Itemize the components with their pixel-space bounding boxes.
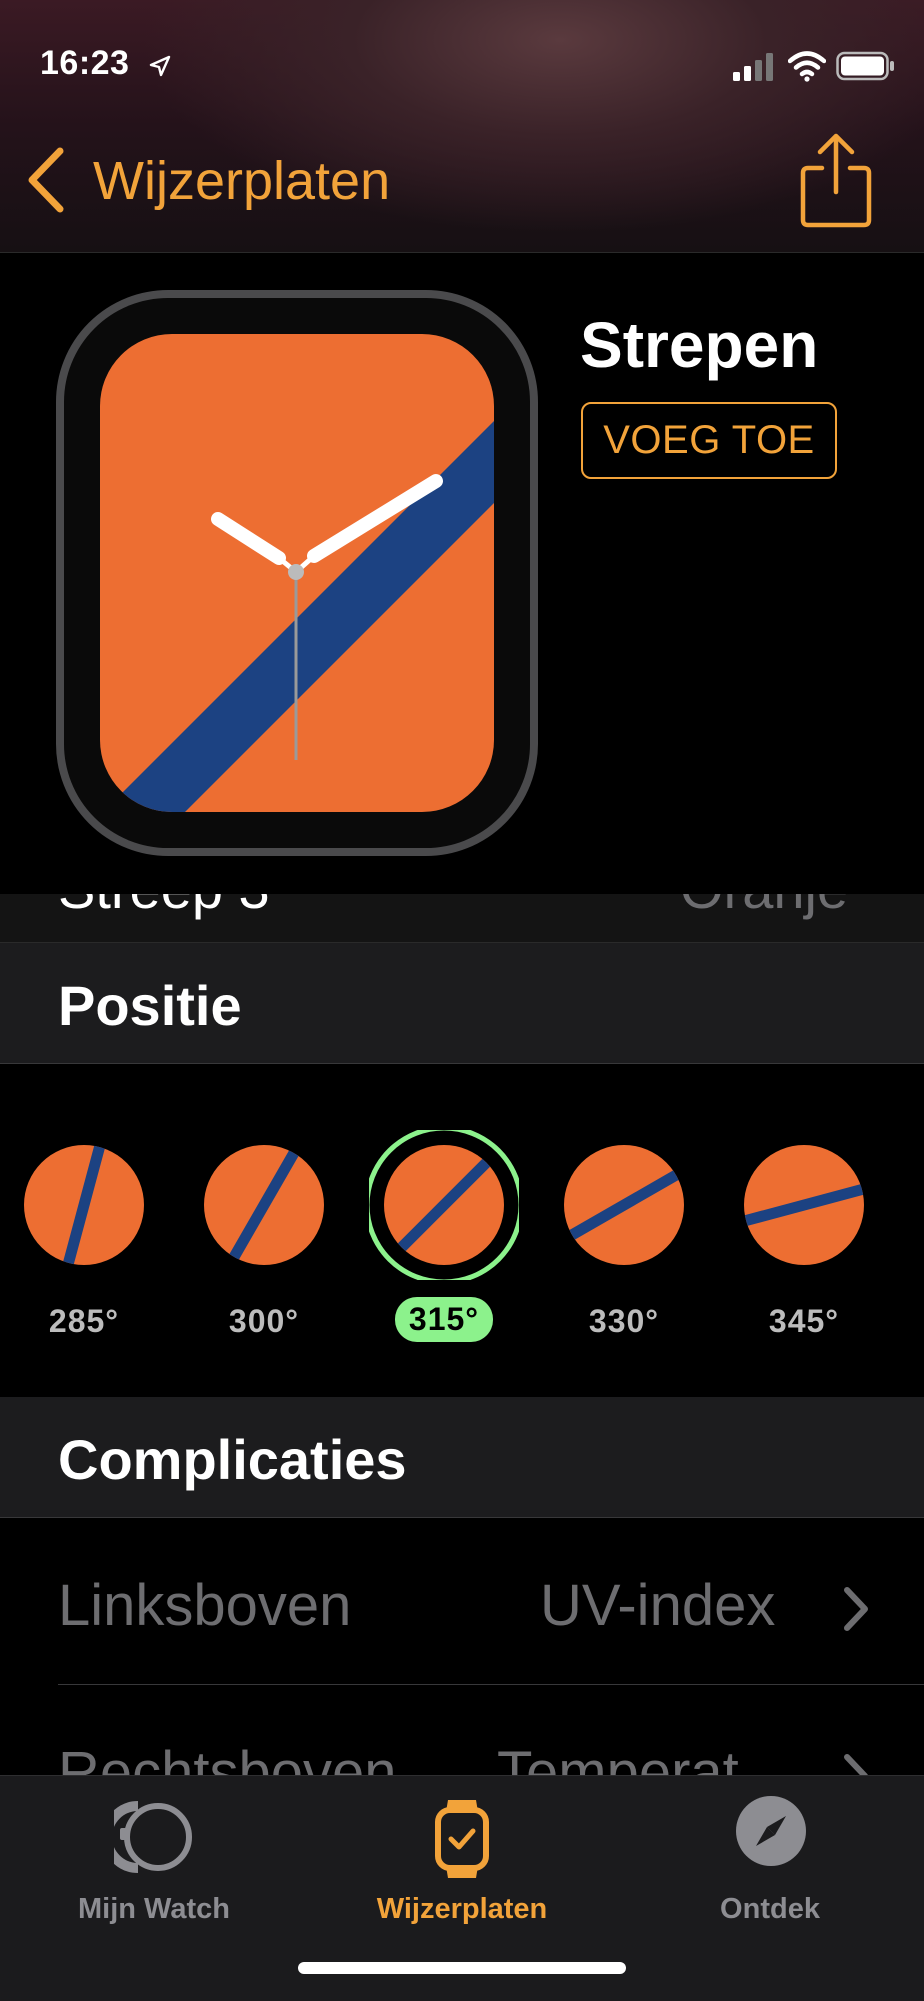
position-option-315-selected[interactable]: 315° bbox=[364, 1125, 524, 1342]
position-label: 300° bbox=[228, 1303, 300, 1339]
position-option-345[interactable]: 345° bbox=[729, 1130, 879, 1340]
position-label: 330° bbox=[588, 1303, 660, 1339]
share-icon[interactable] bbox=[796, 132, 876, 230]
position-option-330[interactable]: 330° bbox=[549, 1130, 699, 1340]
tab-label: Wijzerplaten bbox=[376, 1893, 548, 1925]
add-face-button[interactable]: VOEG TOE bbox=[581, 402, 837, 479]
tab-label: Ontdek bbox=[720, 1893, 820, 1925]
navigation-bar: 16:23 Wijzerplaten bbox=[0, 0, 924, 253]
signal-icon bbox=[733, 53, 773, 81]
stripe-swatch-345 bbox=[744, 1145, 864, 1265]
complications-section-title: Complicaties bbox=[58, 1428, 407, 1491]
position-section-title: Positie bbox=[58, 974, 242, 1037]
wifi-icon bbox=[788, 51, 826, 82]
face-title: Strepen bbox=[580, 309, 819, 381]
complication-slot-label: Rechtsboven bbox=[58, 1740, 397, 1775]
stripe-color-value: Oranje bbox=[680, 894, 848, 921]
stripe-swatch-330 bbox=[564, 1145, 684, 1265]
status-time: 16:23 bbox=[40, 44, 130, 82]
complication-row-top-left[interactable]: Linksboven UV-index bbox=[0, 1518, 924, 1684]
tab-label: Mijn Watch bbox=[78, 1893, 230, 1925]
position-option-285[interactable]: 285° bbox=[9, 1130, 159, 1340]
stripe-swatch-300 bbox=[204, 1145, 324, 1265]
complication-value: Temperat... bbox=[497, 1740, 788, 1775]
position-picker: 285° 300° 315° 330° 345° bbox=[0, 1064, 924, 1396]
stripe-color-label: Streep 3 bbox=[58, 894, 270, 921]
position-label: 285° bbox=[48, 1303, 120, 1339]
position-label-selected: 315° bbox=[394, 1297, 494, 1342]
chevron-right-icon bbox=[844, 1587, 868, 1631]
chevron-right-icon bbox=[844, 1754, 868, 1775]
stripe-color-row[interactable]: Streep 3 Oranje bbox=[0, 894, 924, 943]
complication-value: UV-index bbox=[540, 1573, 776, 1638]
stripe-swatch-315 bbox=[364, 1125, 524, 1285]
home-indicator bbox=[298, 1962, 626, 1974]
back-chevron-icon[interactable] bbox=[22, 145, 68, 215]
complications-section-header: Complicaties bbox=[0, 1397, 924, 1517]
complication-slot-label: Linksboven bbox=[58, 1573, 352, 1638]
location-arrow-icon bbox=[149, 55, 171, 77]
battery-icon bbox=[836, 51, 894, 81]
watchface-icon bbox=[435, 1800, 489, 1878]
watch-face-preview bbox=[56, 290, 538, 856]
back-button-label[interactable]: Wijzerplaten bbox=[93, 150, 390, 212]
complication-row-top-right[interactable]: Rechtsboven Temperat... bbox=[0, 1685, 924, 1775]
compass-icon bbox=[736, 1796, 806, 1866]
position-label: 345° bbox=[768, 1303, 840, 1339]
position-section-header: Positie bbox=[0, 943, 924, 1063]
watch-icon bbox=[114, 1801, 192, 1873]
stripe-swatch-285 bbox=[24, 1145, 144, 1265]
position-option-300[interactable]: 300° bbox=[189, 1130, 339, 1340]
